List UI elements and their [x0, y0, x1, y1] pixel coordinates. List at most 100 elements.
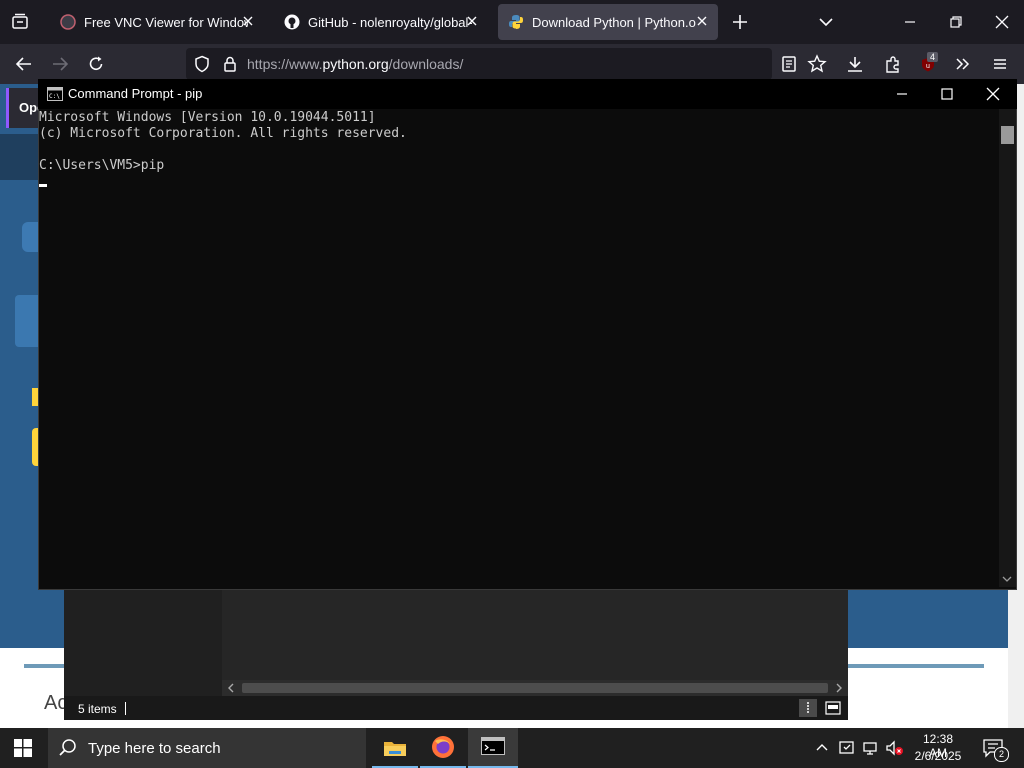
- console-icon: C:\: [47, 87, 63, 101]
- tab-python[interactable]: Download Python | Python.org: [498, 4, 718, 40]
- taskbar-search-icon: [58, 738, 78, 758]
- explorer-item-count: 5 items: [78, 702, 117, 716]
- arrow-left-icon: [15, 57, 31, 71]
- tab-python-close-icon[interactable]: [694, 13, 710, 29]
- chevron-left-icon: [228, 683, 234, 693]
- notification-badge: 2: [994, 747, 1009, 762]
- console-output-area[interactable]: [39, 109, 999, 587]
- restore-icon: [950, 16, 962, 28]
- chevron-up-icon: [816, 744, 828, 751]
- ublock-badge: 4: [927, 52, 939, 62]
- extensions-button[interactable]: [883, 54, 903, 74]
- reader-view-button[interactable]: [779, 54, 799, 74]
- svg-text:C:\: C:\: [49, 93, 60, 100]
- url-prefix: https://www.: [247, 56, 323, 72]
- console-line-version: Microsoft Windows [Version 10.0.19044.50…: [39, 110, 376, 125]
- star-icon: [807, 54, 827, 73]
- tab-list-icon: [12, 13, 28, 29]
- cmd-window-title: Command Prompt - pip: [68, 86, 203, 101]
- minimize-icon: [905, 21, 915, 23]
- svg-text:u: u: [926, 63, 930, 70]
- taskbar-command-prompt[interactable]: [468, 728, 518, 768]
- explorer-scroll-thumb[interactable]: [242, 683, 828, 693]
- app-menu-button[interactable]: [990, 54, 1010, 74]
- tab-github-title: GitHub - nolenroyalty/global-c: [308, 14, 472, 30]
- puzzle-icon: [886, 56, 899, 73]
- more-tools-button[interactable]: [953, 54, 973, 74]
- large-icons-view-button[interactable]: [824, 699, 842, 717]
- download-icon: [848, 57, 862, 72]
- explorer-scroll-right-arrow[interactable]: [834, 682, 844, 694]
- network-icon: [863, 742, 877, 755]
- back-button[interactable]: [14, 54, 34, 74]
- reload-button[interactable]: [86, 54, 106, 74]
- cmd-app-icon: C:\: [47, 87, 63, 101]
- tray-network-button[interactable]: [862, 739, 880, 757]
- taskbar-search-placeholder: Type here to search: [88, 740, 221, 757]
- tray-security-icon-button[interactable]: [838, 739, 856, 757]
- url-domain: python.org: [322, 56, 389, 72]
- url-text[interactable]: https://www.python.org/downloads/: [247, 56, 463, 72]
- taskbar-clock-date[interactable]: 2/6/2025: [914, 749, 962, 763]
- tab-overview-button[interactable]: [10, 12, 30, 32]
- cmd-vertical-scrollbar[interactable]: [999, 109, 1016, 587]
- details-view-button[interactable]: [799, 699, 817, 717]
- console-line-command: C:\Users\VM5>pip: [39, 158, 165, 173]
- ublock-extension-button[interactable]: u 4: [919, 52, 941, 76]
- browser-close-button[interactable]: [992, 12, 1012, 32]
- lock-icon: [224, 56, 236, 72]
- details-view-icon: [807, 702, 809, 713]
- taskbar-file-explorer[interactable]: [372, 728, 418, 768]
- tray-volume-button[interactable]: [885, 739, 905, 757]
- tab-list-dropdown-button[interactable]: [816, 12, 836, 32]
- start-button[interactable]: [14, 739, 32, 757]
- explorer-file-list[interactable]: [222, 588, 848, 680]
- chevron-down-icon: [1002, 576, 1012, 582]
- status-divider: [125, 702, 126, 715]
- new-tab-button[interactable]: [730, 12, 750, 32]
- vnc-favicon-icon: [60, 14, 76, 30]
- cmd-close-button[interactable]: [983, 84, 1003, 104]
- tab-github[interactable]: GitHub - nolenroyalty/global-c: [274, 4, 488, 40]
- firefox-icon: [432, 736, 454, 758]
- tracking-protection-button[interactable]: [193, 55, 211, 73]
- cmd-maximize-button[interactable]: [937, 84, 957, 104]
- cmd-minimize-button[interactable]: [892, 84, 912, 104]
- site-info-button[interactable]: [221, 55, 239, 73]
- chevron-right-icon: [836, 683, 842, 693]
- tab-github-close-icon[interactable]: [464, 13, 480, 29]
- console-icon: [481, 737, 505, 755]
- tab-vnc-close-icon[interactable]: [240, 13, 256, 29]
- console-cursor: [39, 184, 47, 187]
- cmd-scroll-thumb[interactable]: [1001, 126, 1014, 144]
- python-favicon-icon: [509, 15, 523, 29]
- notification-center-button[interactable]: 2: [982, 738, 1009, 762]
- tab-vnc-title: Free VNC Viewer for Windows, |: [84, 14, 248, 30]
- explorer-status-bar: [64, 696, 848, 720]
- browser-minimize-button[interactable]: [900, 12, 920, 32]
- forward-button[interactable]: [50, 54, 70, 74]
- explorer-navigation-pane[interactable]: [64, 588, 222, 696]
- tab-python-title: Download Python | Python.org: [532, 14, 696, 30]
- page-header-strip: [0, 134, 40, 180]
- windows-logo-icon: [14, 739, 32, 757]
- explorer-scroll-left-arrow[interactable]: [226, 682, 236, 694]
- maximize-icon: [941, 88, 953, 100]
- search-icon: [59, 739, 76, 756]
- downloads-button[interactable]: [845, 54, 865, 74]
- cmd-scroll-down-arrow[interactable]: [1002, 575, 1012, 583]
- minimize-icon: [897, 93, 907, 95]
- large-icons-view-icon: [825, 701, 841, 715]
- reload-icon: [89, 56, 103, 70]
- bookmark-button[interactable]: [807, 54, 827, 74]
- defender-icon: [839, 741, 854, 754]
- tab-vnc[interactable]: Free VNC Viewer for Windows, |: [50, 4, 264, 40]
- hamburger-menu-icon: [994, 59, 1006, 69]
- url-path: /downloads/: [388, 56, 464, 72]
- close-icon: [995, 15, 1009, 29]
- show-hidden-icons-button[interactable]: [814, 740, 830, 756]
- chevron-down-icon: [819, 18, 833, 27]
- console-line-copyright: (c) Microsoft Corporation. All rights re…: [39, 126, 407, 141]
- taskbar-firefox[interactable]: [420, 728, 466, 768]
- browser-restore-button[interactable]: [946, 12, 966, 32]
